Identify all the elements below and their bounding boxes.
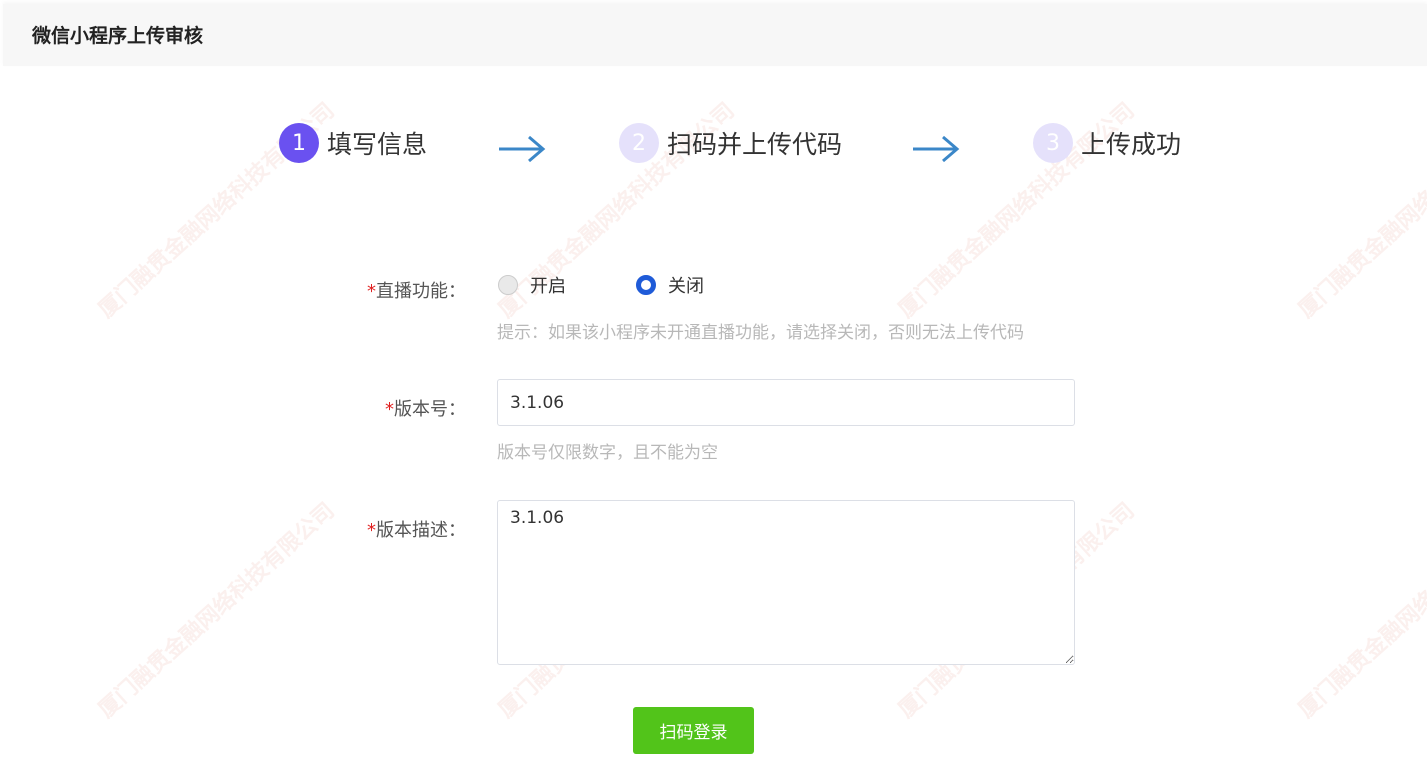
step-3-label: 上传成功 [1081, 130, 1182, 159]
live-function-hint: 提示：如果该小程序未开通直播功能，请选择关闭，否则无法上传代码 [497, 323, 1024, 343]
live-function-label-text: 直播功能： [376, 281, 466, 302]
watermark-text: 厦门融贯金融网络科技有限公司 [1294, 498, 1427, 724]
radio-option-on-label[interactable]: 开启 [530, 272, 566, 298]
page-header: 微信小程序上传审核 [3, 4, 1427, 66]
radio-option-off[interactable]: 关闭 [636, 272, 704, 298]
step-3-number: 3 [1033, 123, 1073, 163]
description-textarea[interactable]: 3.1.06 [497, 500, 1075, 665]
arrow-right-icon [499, 135, 546, 163]
radio-option-off-label[interactable]: 关闭 [668, 272, 704, 298]
radio-unchecked-icon[interactable] [498, 275, 518, 295]
page-title: 微信小程序上传审核 [32, 25, 204, 47]
version-input[interactable] [497, 379, 1075, 426]
page: 厦门融贯金融网络科技有限公司 厦门融贯金融网络科技有限公司 厦门融贯金融网络科技有限… [0, 0, 1427, 781]
required-mark: * [367, 281, 376, 302]
live-function-radio-group: 开启 关闭 [498, 272, 774, 298]
live-function-label: *直播功能： [266, 277, 466, 303]
step-3: 3 上传成功 [1033, 122, 1181, 164]
scan-login-button[interactable]: 扫码登录 [633, 707, 754, 754]
required-mark: * [367, 520, 376, 541]
step-2: 2 扫码并上传代码 [619, 122, 842, 164]
version-hint: 版本号仅限数字，且不能为空 [497, 443, 718, 463]
radio-option-on[interactable]: 开启 [498, 272, 566, 298]
version-label-text: 版本号： [394, 399, 466, 420]
radio-checked-icon[interactable] [636, 275, 656, 295]
description-label: *版本描述： [266, 516, 466, 542]
step-1: 1 填写信息 [279, 122, 427, 164]
watermark-text: 厦门融贯金融网络科技有限公司 [1294, 98, 1427, 324]
step-2-label: 扫码并上传代码 [667, 130, 843, 159]
arrow-right-icon [913, 135, 960, 163]
version-label: *版本号： [266, 395, 466, 421]
step-2-number: 2 [619, 123, 659, 163]
required-mark: * [385, 399, 394, 420]
description-label-text: 版本描述： [376, 520, 466, 541]
step-1-number: 1 [279, 123, 319, 163]
step-1-label: 填写信息 [327, 130, 428, 159]
